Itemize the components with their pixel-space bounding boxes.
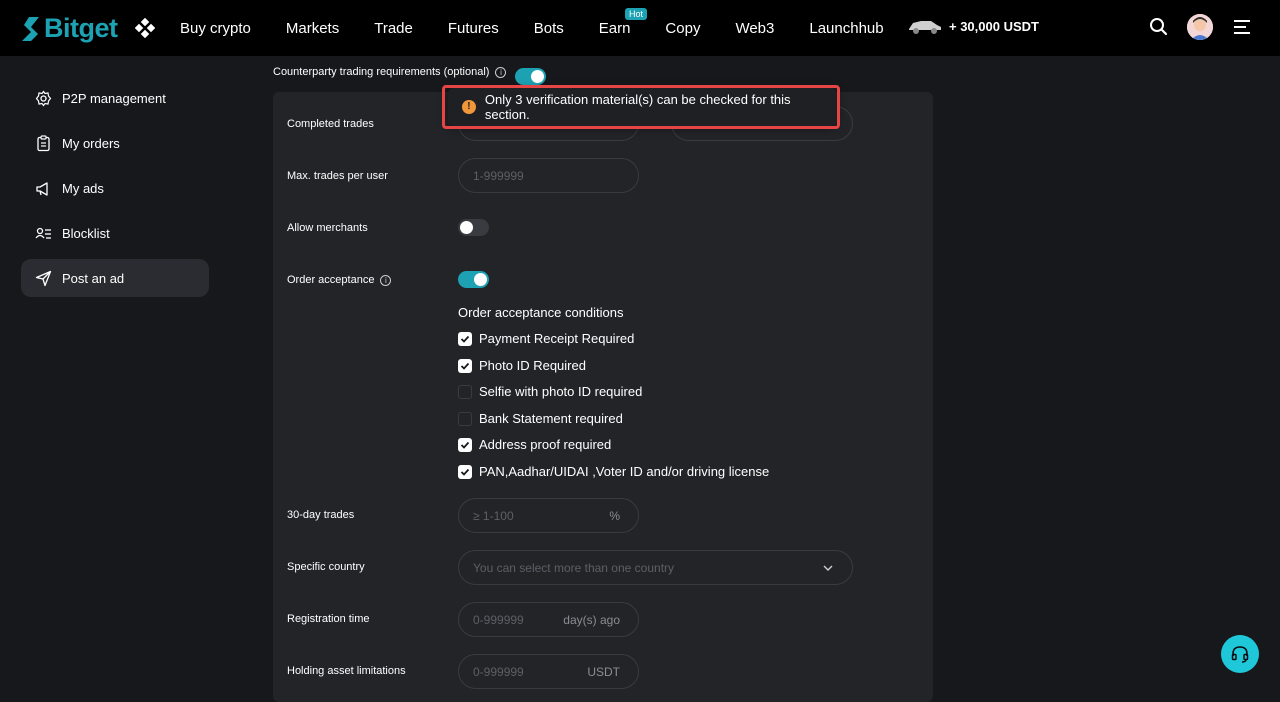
condition-address-proof[interactable]: Address proof required [458, 437, 611, 452]
order-acceptance-conditions-title: Order acceptance conditions [458, 305, 624, 320]
percent-suffix: % [609, 508, 620, 523]
nav-launchhub[interactable]: Launchhub [809, 20, 883, 37]
condition-label: PAN,Aadhar/UIDAI ,Voter ID and/or drivin… [479, 464, 770, 479]
condition-selfie-photo-id[interactable]: Selfie with photo ID required [458, 384, 642, 399]
checkbox-unchecked-icon[interactable] [458, 384, 472, 399]
condition-label: Selfie with photo ID required [479, 384, 643, 399]
holding-placeholder: 0-999999 [473, 664, 524, 679]
condition-label: Bank Statement required [479, 411, 623, 426]
warning-toast: ! Only 3 verification material(s) can be… [448, 88, 837, 126]
checkbox-checked-icon[interactable] [458, 464, 472, 479]
usdt-suffix: USDT [587, 664, 620, 679]
user-list-icon [35, 227, 51, 239]
bitget-logo-icon [22, 16, 39, 41]
sidebar-item-my-ads[interactable]: My ads [21, 169, 209, 207]
top-navigation-bar: Bitget Buy crypto Markets Trade Futures … [0, 0, 1280, 56]
holding-asset-label: Holding asset limitations [287, 665, 406, 677]
thirty-day-trades-label: 30-day trades [287, 509, 355, 521]
toggle-knob [460, 221, 473, 234]
info-icon[interactable]: i [495, 66, 507, 78]
bitget-logo[interactable]: Bitget [20, 13, 118, 44]
specific-country-label: Specific country [287, 561, 365, 573]
nav-markets[interactable]: Markets [286, 20, 339, 37]
avatar[interactable] [1187, 14, 1213, 40]
car-icon [909, 21, 941, 34]
allow-merchants-toggle[interactable] [458, 219, 489, 236]
megaphone-icon [36, 181, 48, 196]
sidebar-item-label: Post an ad [62, 270, 125, 286]
customer-support-button[interactable] [1221, 635, 1259, 673]
allow-merchants-label: Allow merchants [287, 222, 368, 234]
brand-name: Bitget [44, 13, 118, 43]
nav-earn[interactable]: Earn [599, 20, 631, 37]
max-trades-input[interactable]: 1-999999 [458, 158, 639, 193]
max-trades-placeholder: 1-999999 [473, 168, 524, 183]
condition-pan-aadhar[interactable]: PAN,Aadhar/UIDAI ,Voter ID and/or drivin… [458, 464, 769, 479]
promo-text: + 30,000 USDT [949, 18, 1039, 34]
nav-bots[interactable]: Bots [534, 20, 564, 37]
condition-photo-id[interactable]: Photo ID Required [458, 358, 586, 373]
condition-bank-statement[interactable]: Bank Statement required [458, 411, 623, 426]
checkbox-unchecked-icon[interactable] [458, 411, 472, 426]
headset-icon [1231, 646, 1249, 663]
chevron-down-icon [822, 561, 834, 575]
counterparty-requirements-label: Counterparty trading requirements (optio… [273, 66, 490, 78]
sidebar-item-label: My orders [62, 135, 120, 151]
registration-time-label: Registration time [287, 613, 370, 625]
order-acceptance-toggle[interactable] [458, 271, 489, 288]
sidebar-item-label: P2P management [62, 90, 166, 106]
sidebar-item-label: Blocklist [62, 225, 110, 241]
menu-icon[interactable] [1233, 18, 1251, 41]
country-placeholder: You can select more than one country [473, 560, 675, 575]
warning-message: Only 3 verification material(s) can be c… [484, 92, 791, 122]
sidebar-item-post-an-ad[interactable]: Post an ad [21, 259, 209, 297]
gear-icon [35, 90, 52, 106]
toggle-knob [531, 70, 544, 83]
counterparty-requirements-toggle[interactable] [515, 68, 546, 85]
condition-label: Address proof required [479, 437, 612, 452]
checkbox-checked-icon[interactable] [458, 358, 472, 373]
hot-badge: Hot [625, 8, 648, 20]
days-ago-suffix: day(s) ago [563, 612, 620, 627]
registration-time-input[interactable]: 0-999999 day(s) ago [458, 602, 639, 637]
search-icon[interactable] [1149, 16, 1169, 43]
order-acceptance-row: Order acceptance i [287, 274, 392, 286]
order-acceptance-label: Order acceptance [287, 274, 375, 286]
sidebar-item-blocklist[interactable]: Blocklist [21, 214, 209, 252]
sidebar-item-label: My ads [62, 180, 104, 196]
nav-copy[interactable]: Copy [665, 20, 700, 37]
checkbox-checked-icon[interactable] [458, 437, 472, 452]
promo-banner[interactable]: + 30,000 USDT [907, 17, 1039, 35]
avatar-icon [1187, 14, 1213, 40]
main-nav: Buy crypto Markets Trade Futures Bots Ea… [180, 0, 919, 56]
warning-icon: ! [462, 100, 476, 114]
condition-label: Payment Receipt Required [479, 331, 635, 346]
checkbox-checked-icon[interactable] [458, 331, 472, 346]
clipboard-icon [37, 134, 50, 151]
condition-payment-receipt[interactable]: Payment Receipt Required [458, 331, 634, 346]
nav-buy-crypto[interactable]: Buy crypto [180, 20, 251, 37]
counterparty-requirements-row: Counterparty trading requirements (optio… [273, 66, 507, 78]
specific-country-select[interactable]: You can select more than one country [458, 550, 853, 585]
nav-trade[interactable]: Trade [374, 20, 413, 37]
apps-grid-icon[interactable] [134, 17, 156, 43]
max-trades-label: Max. trades per user [287, 170, 388, 182]
sidebar-item-my-orders[interactable]: My orders [21, 124, 209, 162]
holding-asset-input[interactable]: 0-999999 USDT [458, 654, 639, 689]
thirty-day-trades-input[interactable]: ≥ 1-100 % [458, 498, 639, 533]
toggle-knob [474, 273, 487, 286]
send-icon [35, 270, 52, 286]
nav-futures[interactable]: Futures [448, 20, 499, 37]
info-icon[interactable]: i [380, 274, 392, 286]
registration-placeholder: 0-999999 [473, 612, 524, 627]
nav-web3[interactable]: Web3 [735, 20, 774, 37]
sidebar-item-p2p-management[interactable]: P2P management [21, 79, 209, 117]
completed-trades-label: Completed trades [287, 118, 374, 130]
thirty-day-placeholder: ≥ 1-100 [473, 508, 514, 523]
sidebar: P2P management My orders My ads Blocklis… [21, 79, 209, 304]
condition-label: Photo ID Required [479, 358, 586, 373]
